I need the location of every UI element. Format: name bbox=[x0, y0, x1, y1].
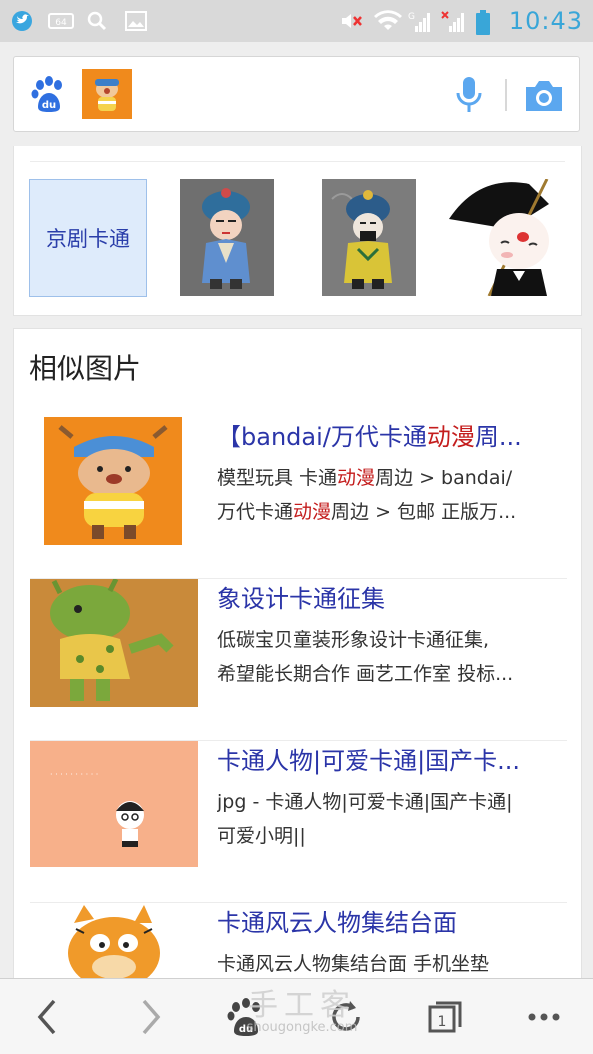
related-image-opera-2[interactable] bbox=[322, 179, 416, 296]
similar-item[interactable]: 【bandai/万代卡通动漫周... 模型玩具 卡通动漫周边 > bandai/… bbox=[14, 417, 583, 579]
baidu-home-icon[interactable]: du bbox=[224, 997, 268, 1037]
desc-text: 可爱小明|| bbox=[217, 825, 306, 847]
browser-bottom-bar: du 1 bbox=[0, 978, 593, 1054]
tab-count: 1 bbox=[438, 1014, 447, 1030]
highlight-text: 动漫 bbox=[337, 467, 376, 489]
microphone-icon[interactable] bbox=[452, 75, 486, 115]
similar-images-card: 相似图片 【bandai/万代卡通动漫周... 模型玩具 卡通动漫周边 > ba… bbox=[13, 328, 583, 989]
similar-item-title[interactable]: 【bandai/万代卡通动漫周... bbox=[217, 417, 567, 452]
similar-item-description: 模型玩具 卡通动漫周边 > bandai/ 万代卡通动漫周边 > 包邮 正版万.… bbox=[217, 461, 567, 529]
similar-item-description: 低碳宝贝童装形象设计卡通征集, 希望能长期合作 画艺工作室 投标... bbox=[217, 623, 567, 691]
highlight-text: 动漫 bbox=[293, 501, 332, 523]
image-icon bbox=[124, 10, 148, 32]
twitter-bird-icon bbox=[10, 10, 34, 32]
related-image-opera-1[interactable] bbox=[180, 179, 274, 296]
related-searches-card: 京剧卡通 bbox=[13, 146, 582, 316]
status-bar: 64 G 10:43 bbox=[0, 0, 593, 42]
more-menu-icon[interactable] bbox=[522, 997, 566, 1037]
similar-item-title[interactable]: 卡通人物|可爱卡通|国产卡... bbox=[217, 741, 567, 776]
signal-g-icon: G bbox=[407, 10, 431, 32]
desc-text: 卡通风云人物集结台面 手机坐垫 bbox=[217, 953, 490, 975]
hd-icon: 64 bbox=[48, 10, 74, 32]
similar-item-image[interactable]: · · · · · · · · · · bbox=[30, 741, 198, 867]
similar-item[interactable]: · · · · · · · · · · 卡通人物|可爱卡通|国产卡... jpg… bbox=[14, 741, 583, 903]
desc-text: 周边 > bandai/ bbox=[375, 467, 513, 489]
desc-text: 低碳宝贝童装形象设计卡通征集, bbox=[217, 629, 490, 651]
mute-icon bbox=[339, 10, 363, 32]
baidu-paw-icon[interactable]: du bbox=[30, 75, 68, 113]
similar-item-title[interactable]: 象设计卡通征集 bbox=[217, 579, 567, 614]
desc-text: 模型玩具 卡通 bbox=[217, 467, 338, 489]
title-text: 【bandai/万代卡通 bbox=[217, 423, 427, 451]
divider bbox=[505, 79, 507, 111]
similar-item-image[interactable] bbox=[44, 417, 182, 545]
refresh-icon[interactable] bbox=[324, 997, 368, 1037]
battery-icon bbox=[475, 10, 499, 35]
similar-item-image[interactable] bbox=[44, 903, 184, 989]
desc-text: 希望能长期合作 画艺工作室 投标... bbox=[217, 663, 514, 685]
related-image-opera-3[interactable] bbox=[449, 179, 567, 296]
section-heading: 相似图片 bbox=[29, 352, 142, 385]
similar-item[interactable]: 卡通风云人物集结台面 卡通风云人物集结台面 手机坐垫 bbox=[14, 903, 583, 989]
clock: 10:43 bbox=[508, 7, 583, 35]
desc-text: 周边 > 包邮 正版万... bbox=[331, 501, 517, 523]
svg-text:· · · · · · · · · ·: · · · · · · · · · · bbox=[50, 770, 98, 779]
title-text: 周... bbox=[474, 423, 522, 451]
svg-text:du: du bbox=[42, 100, 56, 111]
search-bar: du bbox=[0, 42, 593, 146]
desc-text: 万代卡通 bbox=[217, 501, 294, 523]
desc-text: jpg - 卡通人物|可爱卡通|国产卡通| bbox=[217, 791, 513, 813]
tabs-icon[interactable]: 1 bbox=[422, 997, 466, 1037]
svg-text:G: G bbox=[408, 12, 415, 22]
query-image-thumbnail[interactable] bbox=[82, 69, 132, 119]
divider bbox=[30, 161, 565, 162]
svg-text:du: du bbox=[239, 1024, 253, 1035]
signal-x-icon bbox=[441, 10, 465, 32]
wifi-icon bbox=[373, 10, 402, 32]
similar-item-title[interactable]: 卡通风云人物集结台面 bbox=[217, 903, 567, 938]
related-tag-button[interactable]: 京剧卡通 bbox=[29, 179, 147, 297]
image-search-box[interactable]: du bbox=[13, 56, 580, 132]
forward-arrow-icon[interactable] bbox=[128, 997, 172, 1037]
back-arrow-icon[interactable] bbox=[26, 997, 70, 1037]
highlight-text: 动漫 bbox=[426, 423, 475, 451]
similar-item[interactable]: 象设计卡通征集 低碳宝贝童装形象设计卡通征集, 希望能长期合作 画艺工作室 投标… bbox=[14, 579, 583, 741]
camera-icon[interactable] bbox=[522, 75, 566, 115]
similar-item-description: jpg - 卡通人物|可爱卡通|国产卡通| 可爱小明|| bbox=[217, 785, 567, 853]
similar-item-description: 卡通风云人物集结台面 手机坐垫 bbox=[217, 947, 567, 981]
svg-text:64: 64 bbox=[55, 18, 67, 28]
similar-item-image[interactable] bbox=[30, 579, 198, 707]
search-icon bbox=[86, 10, 110, 32]
